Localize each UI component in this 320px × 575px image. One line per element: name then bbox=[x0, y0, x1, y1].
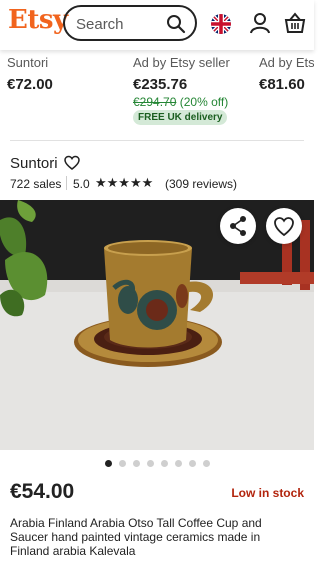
user-icon[interactable] bbox=[249, 12, 271, 34]
listing-price: €81.60 bbox=[259, 76, 305, 93]
carousel-dot[interactable] bbox=[160, 460, 168, 467]
discount-percent: (20% off) bbox=[179, 95, 229, 109]
carousel-dot[interactable] bbox=[118, 460, 126, 467]
uk-flag-icon[interactable] bbox=[211, 14, 231, 34]
carousel-dot[interactable] bbox=[202, 460, 210, 467]
listing-price: €72.00 bbox=[7, 76, 53, 93]
rating-stars: ★★★★★ bbox=[95, 175, 154, 190]
shop-rating-value: 5.0 bbox=[73, 177, 90, 191]
free-delivery-badge: FREE UK delivery bbox=[133, 110, 228, 125]
listing-seller: Ad by Etsy seller bbox=[133, 55, 230, 70]
basket-icon[interactable] bbox=[284, 12, 306, 34]
carousel-dot[interactable] bbox=[146, 460, 154, 467]
shop-sales-count: 722 sales bbox=[10, 177, 62, 191]
carousel-dot[interactable] bbox=[188, 460, 196, 467]
etsy-logo[interactable]: Etsy bbox=[8, 5, 68, 35]
share-icon bbox=[230, 216, 246, 236]
heart-icon bbox=[274, 217, 294, 237]
carousel-dot[interactable] bbox=[174, 460, 182, 467]
separator bbox=[66, 176, 67, 190]
search-icon[interactable] bbox=[166, 14, 186, 34]
carousel-dot[interactable] bbox=[132, 460, 140, 467]
stock-status: Low in stock bbox=[231, 486, 304, 500]
section-divider bbox=[10, 140, 304, 141]
original-price: €294.70 bbox=[133, 95, 177, 109]
favorite-shop-heart-icon[interactable] bbox=[64, 155, 80, 171]
search-bar[interactable]: Search bbox=[63, 5, 197, 41]
shop-name-link[interactable]: Suntori bbox=[10, 155, 58, 172]
search-input[interactable]: Search bbox=[76, 16, 124, 33]
image-carousel-dots[interactable] bbox=[0, 459, 314, 469]
favorite-button[interactable] bbox=[266, 208, 302, 244]
carousel-dot[interactable] bbox=[104, 460, 112, 467]
reviews-count-link[interactable]: (309 reviews) bbox=[165, 177, 237, 191]
listing-seller: Suntori bbox=[7, 55, 49, 70]
listing-price: €235.76 bbox=[133, 76, 188, 93]
listing-price-main: €54.00 bbox=[10, 480, 75, 503]
related-listings-carousel[interactable]: Suntori €72.00 Ad by Etsy seller €235.76… bbox=[0, 50, 314, 130]
product-image[interactable] bbox=[0, 200, 314, 450]
listing-seller: Ad by Ets bbox=[259, 55, 314, 70]
listing-title: Arabia Finland Arabia Otso Tall Coffee C… bbox=[10, 516, 262, 558]
listing-discount: €294.70 (20% off) bbox=[133, 95, 228, 109]
share-button[interactable] bbox=[220, 208, 256, 244]
header-bar: Etsy Search bbox=[0, 0, 314, 50]
